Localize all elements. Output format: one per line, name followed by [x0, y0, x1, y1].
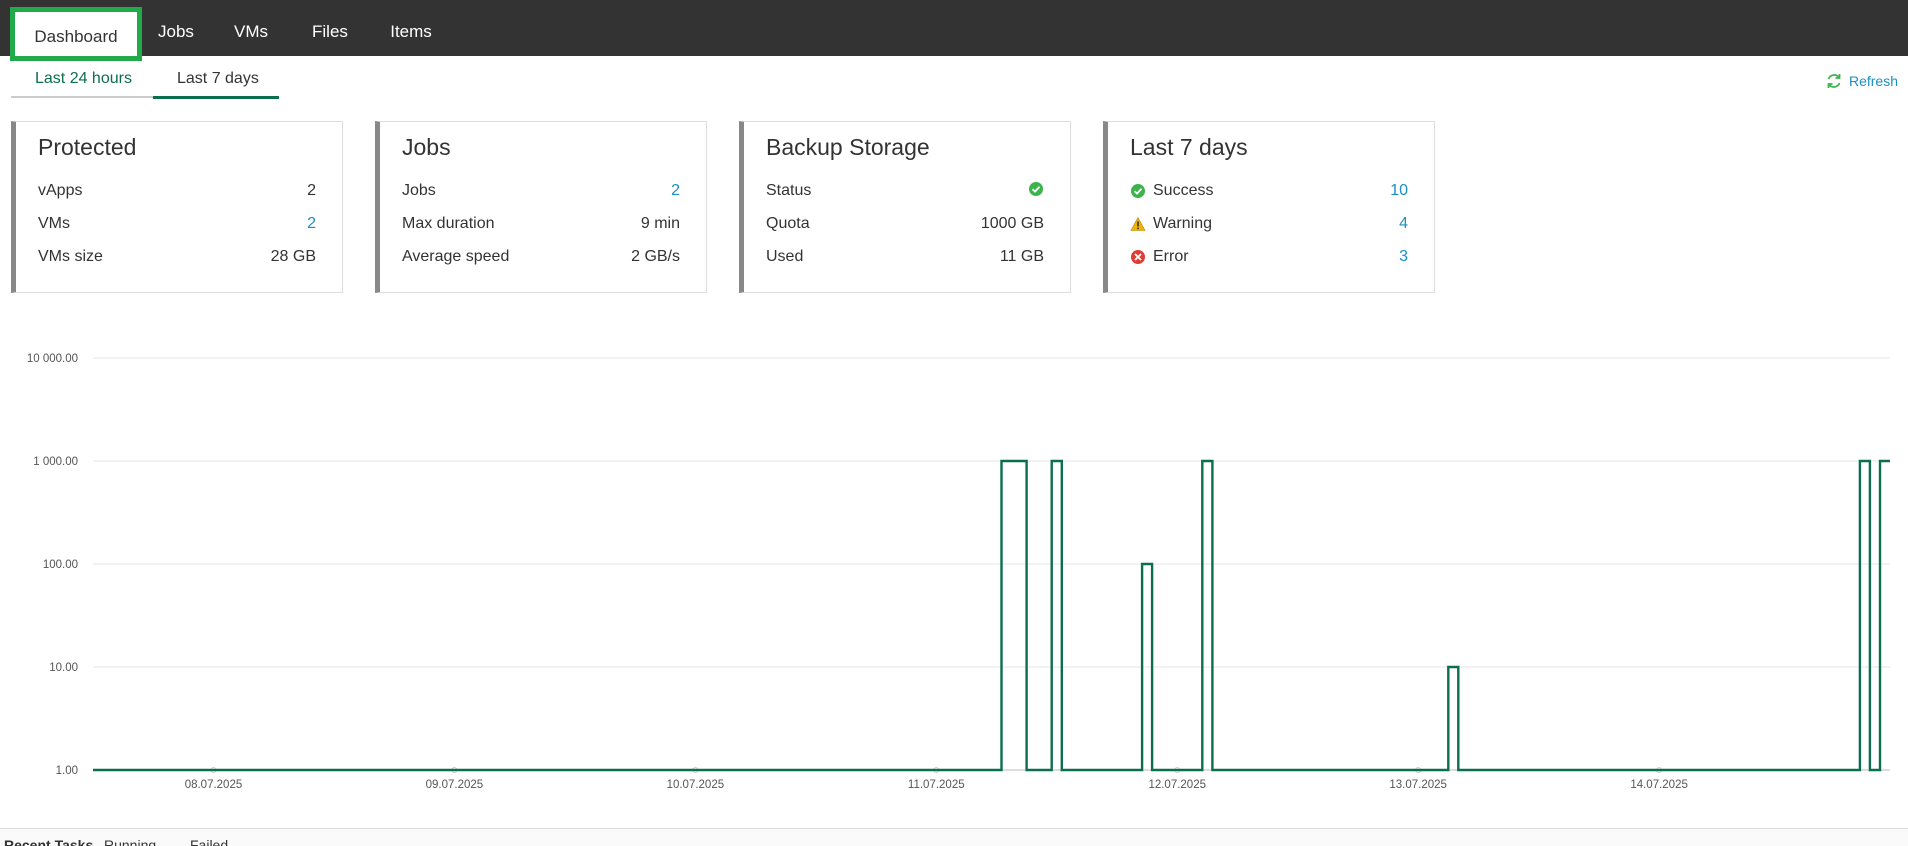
card-title: Protected	[38, 134, 137, 160]
chart-series	[93, 459, 1890, 772]
row-label: Status	[766, 182, 812, 199]
tab-items[interactable]: Items	[390, 0, 432, 56]
error-label: Error	[1153, 248, 1189, 265]
refresh-label: Refresh	[1848, 73, 1898, 89]
chart-grid	[93, 357, 1890, 771]
row-label: Jobs	[402, 182, 436, 199]
card-title: Backup Storage	[766, 134, 930, 160]
card-row: VMs 2	[38, 213, 316, 235]
card-title: Jobs	[402, 134, 451, 160]
x-tick-label: 14.07.2025	[1630, 779, 1688, 791]
x-tick-label: 08.07.2025	[185, 779, 243, 791]
warning-count-link[interactable]: 4	[1399, 215, 1408, 233]
backup-size-chart: 10 000.00 1 000.00 100.00 10.00 1.00 08.07.2…	[27, 353, 1890, 791]
x-tick-label: 13.07.2025	[1389, 779, 1447, 791]
error-count-link[interactable]: 3	[1399, 248, 1408, 266]
row-label: Quota	[766, 215, 810, 232]
card-row: Quota 1000 GB	[766, 213, 1044, 235]
card-protected: Protected vApps 2 VMs 2 VMs size 28 GB	[11, 121, 343, 293]
row-label: vApps	[38, 182, 83, 199]
card-jobs: Jobs Jobs 2 Max duration 9 min Average s…	[375, 121, 707, 293]
tab-jobs[interactable]: Jobs	[158, 0, 194, 56]
refresh-button[interactable]: Refresh	[1825, 72, 1898, 90]
card-row: vApps 2	[38, 180, 316, 202]
tab-dashboard[interactable]: Dashboard	[10, 7, 142, 61]
card-last-7-days: Last 7 days Success 10 Warning 4 Error 3	[1103, 121, 1435, 293]
status-value	[1028, 181, 1044, 202]
row-label: Warning	[1130, 215, 1212, 233]
card-row: Warning 4	[1130, 213, 1408, 235]
row-value: 11 GB	[999, 248, 1044, 265]
row-label: Used	[766, 248, 804, 265]
warning-triangle-icon	[1130, 216, 1146, 231]
tab-files[interactable]: Files	[312, 0, 348, 56]
period-tab-24-hours[interactable]: Last 24 hours	[35, 70, 132, 88]
x-tick-label: 09.07.2025	[426, 779, 484, 791]
row-value: 9 min	[640, 215, 680, 232]
card-row: Max duration 9 min	[402, 213, 680, 235]
success-label: Success	[1153, 182, 1214, 199]
jobs-count-link[interactable]: 2	[671, 182, 680, 200]
row-value: 2	[307, 182, 316, 199]
series-line	[93, 459, 1890, 772]
tab-vms[interactable]: VMs	[234, 0, 268, 56]
row-label: Success	[1130, 182, 1213, 200]
success-count-link[interactable]: 10	[1390, 182, 1408, 200]
card-row: Status	[766, 180, 1044, 202]
legend-running: Running	[104, 837, 157, 846]
card-backup-storage: Backup Storage Status Quota 1000 GB Used…	[739, 121, 1071, 293]
period-tab-7-days[interactable]: Last 7 days	[177, 70, 259, 88]
x-tick-label: 11.07.2025	[908, 779, 965, 791]
card-row: Used 11 GB	[766, 246, 1044, 268]
row-label: VMs size	[38, 248, 103, 265]
refresh-icon	[1827, 74, 1841, 88]
check-circle-icon	[1029, 181, 1043, 196]
y-tick-label: 100.00	[43, 559, 78, 571]
y-tick-label: 10.00	[49, 662, 78, 674]
card-title: Last 7 days	[1130, 134, 1248, 160]
top-nav: Dashboard Jobs VMs Files Items	[0, 0, 1908, 61]
period-tab-active-indicator	[153, 96, 279, 99]
card-row: Success 10	[1130, 180, 1408, 202]
row-value: 2 GB/s	[631, 248, 680, 265]
recent-tasks-bar: Recent Tasks Running Failed	[0, 828, 1908, 846]
card-row: Jobs 2	[402, 180, 680, 202]
row-label: Max duration	[402, 215, 495, 232]
y-axis: 10 000.00 1 000.00 100.00 10.00 1.00	[27, 353, 78, 777]
x-tick-label: 10.07.2025	[667, 779, 725, 791]
y-tick-label: 1.00	[56, 765, 78, 777]
card-row: Error 3	[1130, 246, 1408, 268]
row-label: Error	[1130, 248, 1189, 266]
vms-count-link[interactable]: 2	[307, 215, 316, 233]
row-value: 28 GB	[270, 248, 316, 265]
card-row: VMs size 28 GB	[38, 246, 316, 268]
period-tab-underline	[11, 96, 153, 98]
y-tick-label: 1 000.00	[33, 456, 78, 468]
row-value: 1000 GB	[980, 215, 1044, 232]
row-label: Average speed	[402, 248, 510, 265]
x-tick-label: 12.07.2025	[1148, 779, 1206, 791]
error-circle-icon	[1131, 250, 1145, 264]
check-circle-icon	[1131, 184, 1145, 198]
legend-failed: Failed	[190, 837, 229, 846]
recent-tasks-title: Recent Tasks	[4, 837, 94, 846]
y-tick-label: 10 000.00	[27, 353, 78, 365]
warning-label: Warning	[1153, 215, 1212, 232]
card-row: Average speed 2 GB/s	[402, 246, 680, 268]
row-label: VMs	[38, 215, 70, 232]
